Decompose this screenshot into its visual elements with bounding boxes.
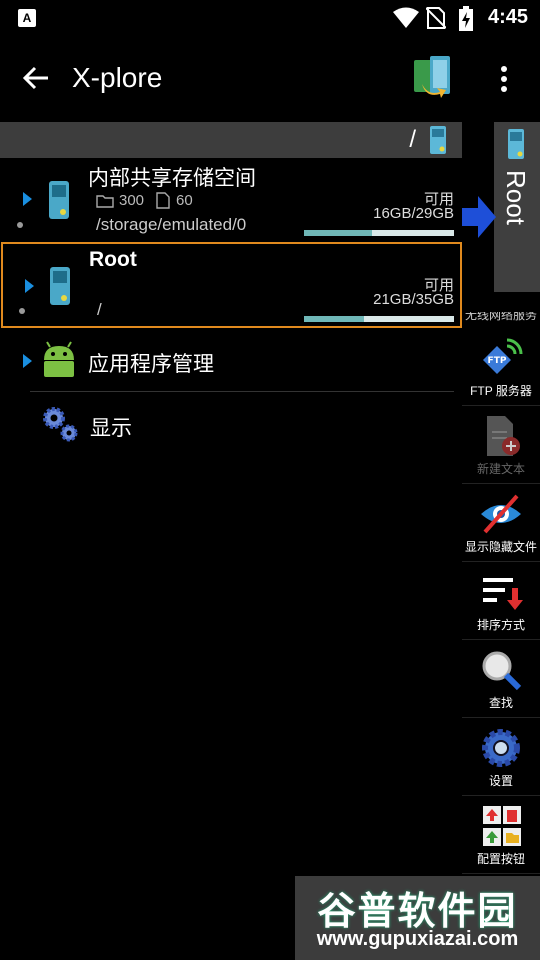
search-icon (482, 651, 522, 691)
tab-root[interactable]: Root (494, 122, 540, 292)
no-sim-icon (426, 7, 446, 29)
ftp-server-button[interactable]: FTP FTP 服务器 (462, 330, 540, 406)
clock: 4:45 (487, 6, 528, 28)
storage-path: /storage/emulated/0 (96, 215, 247, 234)
storage-size: 16GB/29GB (373, 205, 454, 222)
storage-device-icon (49, 181, 69, 219)
entry-name: 应用程序管理 (88, 353, 214, 376)
configure-buttons-icon (483, 806, 521, 846)
device-icon (430, 126, 446, 154)
watermark: 谷普软件园 www.gupuxiazai.com (295, 876, 540, 960)
svg-text:FTP: FTP (488, 356, 507, 366)
dock-button-label: 查找 (488, 696, 513, 710)
tab-root-label: Root (501, 170, 531, 225)
dock-button-label: 配置按钮 (476, 852, 525, 866)
android-icon (44, 341, 74, 377)
watermark-url: www.gupuxiazai.com (316, 928, 519, 950)
file-icon (156, 192, 170, 209)
list-item-root[interactable]: Root / 可用 21GB/35GB (1, 242, 462, 328)
status-bar: A 4:45 (0, 0, 540, 36)
list-item-display[interactable]: 显示 (0, 396, 462, 452)
mark-dot[interactable] (19, 308, 25, 314)
storage-name: 内部共享存储空间 (88, 167, 256, 190)
divider (30, 391, 454, 392)
toolbar-dock: Root 无线网络服务 FTP FTP 服务器 新建文本 显示隐藏文件 排序方式… (462, 122, 540, 960)
folder-count: 300 (119, 192, 145, 209)
storage-size: 21GB/35GB (373, 291, 454, 308)
device-icon (508, 129, 524, 159)
dock-button-label: 无线网络服务 (464, 312, 537, 322)
watermark-title: 谷普软件园 (317, 891, 518, 933)
current-path: / (409, 126, 416, 153)
dock-button-label: 新建文本 (476, 462, 525, 476)
gear-icon (482, 729, 520, 767)
settings-button[interactable]: 设置 (462, 720, 540, 796)
show-hidden-files-button[interactable]: 显示隐藏文件 (462, 486, 540, 562)
back-arrow-icon[interactable] (20, 62, 52, 94)
new-text-icon (487, 416, 520, 456)
folder-icon (96, 195, 114, 208)
expand-arrow-icon[interactable] (25, 279, 34, 293)
dock-button-label: 显示隐藏文件 (464, 540, 537, 554)
copy-direction-arrow-icon (462, 196, 496, 238)
dock-button-label: FTP 服务器 (470, 384, 532, 398)
entry-name: 显示 (90, 417, 132, 440)
usage-fill (304, 316, 364, 322)
wireless-services-button[interactable]: 无线网络服务 (462, 312, 540, 330)
new-text-button[interactable]: 新建文本 (462, 408, 540, 484)
list-item-app-manager[interactable]: 应用程序管理 (0, 334, 462, 392)
path-bar[interactable]: / (0, 122, 462, 158)
mark-dot[interactable] (17, 222, 23, 228)
storage-name: Root (89, 248, 137, 271)
gears-icon (43, 407, 78, 442)
dock-button-label: 排序方式 (476, 618, 525, 632)
wifi-icon (393, 7, 419, 28)
ftp-icon: FTP (483, 338, 523, 374)
list-item-internal-storage[interactable]: 内部共享存储空间 300 60 /storage/emulated/0 可用 1… (0, 158, 462, 238)
app-title: X-plore (72, 62, 163, 93)
app-bar: X-plore (0, 36, 540, 122)
dock-button-label: 设置 (488, 774, 513, 788)
configure-buttons-button[interactable]: 配置按钮 (462, 798, 540, 874)
storage-usage-bar (304, 316, 454, 322)
eye-hidden-icon (481, 494, 521, 534)
battery-charging-icon (459, 6, 473, 31)
search-button[interactable]: 查找 (462, 642, 540, 718)
storage-path: / (97, 300, 102, 319)
file-count: 60 (176, 192, 193, 209)
sort-icon (483, 578, 523, 610)
usage-fill (304, 230, 372, 236)
expand-arrow-icon[interactable] (23, 192, 32, 206)
notification-icon: A (18, 9, 36, 27)
storage-usage-bar (304, 230, 454, 236)
xplore-logo-icon[interactable] (410, 54, 454, 102)
sort-button[interactable]: 排序方式 (462, 564, 540, 640)
expand-arrow-icon[interactable] (23, 354, 32, 368)
storage-device-icon (50, 267, 70, 305)
overflow-menu-icon[interactable] (494, 64, 514, 94)
